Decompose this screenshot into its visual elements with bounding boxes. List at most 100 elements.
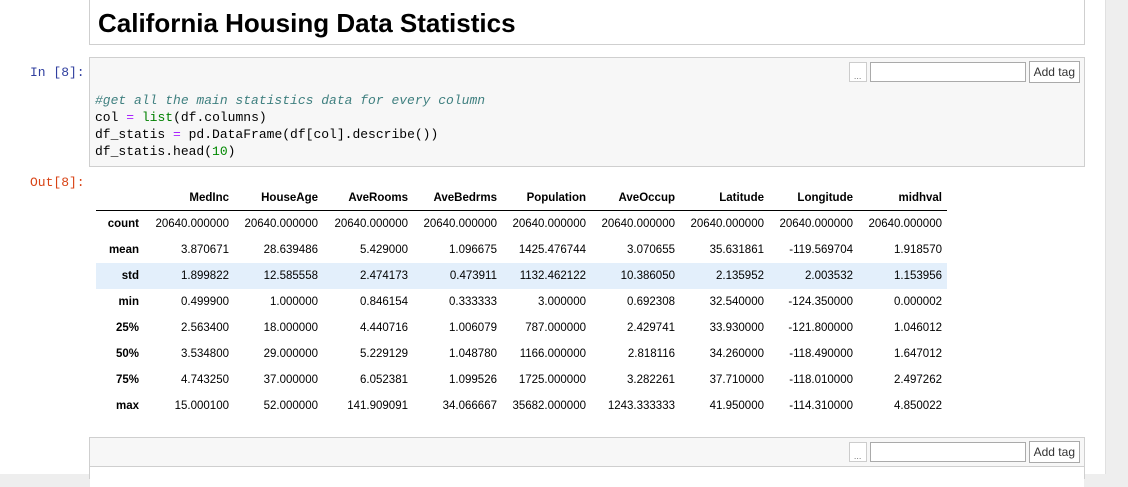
table-cell: 3.000000 [538,296,586,308]
tag-input[interactable] [869,62,1026,82]
table-cell: 34.066667 [442,400,497,412]
code-builtin: list [141,110,174,125]
table-cell: 1425.476744 [518,244,586,256]
table-cell: 2.003532 [805,270,853,282]
table-cell: 1166.000000 [519,348,586,360]
code-token: pd.DataFrame(df[col].describe()) [180,127,439,142]
table-header-row: MedInc HouseAge AveRooms AveBedrms Popul… [96,185,947,211]
table-cell: 37.710000 [709,374,764,386]
column-header: AveBedrms [413,185,502,211]
table-row: 50% 3.534800 29.000000 5.229129 1.048780… [96,341,947,367]
table-cell: 5.229129 [360,348,408,360]
table-cell: 2.474173 [360,270,408,282]
column-header: HouseAge [234,185,323,211]
code-operator: = [126,110,135,125]
row-label: std [121,270,139,282]
tag-menu-button[interactable]: ... [848,62,867,82]
table-row: min 0.499900 1.000000 0.846154 0.333333 … [96,289,947,315]
table-cell: 0.846154 [360,296,408,308]
table-cell: 35682.000000 [512,400,586,412]
table-cell: 20640.000000 [779,218,853,230]
code-token: df_statis.head( [95,144,213,159]
table-row: mean 3.870671 28.639486 5.429000 1.09667… [96,237,947,263]
celltoolbar: ... Add tag [848,441,1080,463]
table-cell: -118.010000 [789,374,853,386]
table-cell: 1.000000 [270,296,318,308]
code-token: df_statis [95,127,174,142]
table-cell: 1.647012 [894,348,942,360]
table-cell: 20640.000000 [423,218,497,230]
column-header: Longitude [769,185,858,211]
column-header: MedInc [144,185,234,211]
table-cell: 28.639486 [263,244,318,256]
code-cell[interactable]: ... Add tag #get all the main statistics… [89,57,1085,167]
row-label: 25% [115,322,139,334]
column-header: Latitude [680,185,769,211]
table-cell: 34.260000 [709,348,764,360]
table-cell: 1243.333333 [607,400,675,412]
table-cell: 10.386050 [620,270,675,282]
code-token: col [95,110,127,125]
table-cell: 5.429000 [360,244,408,256]
table-cell: 3.070655 [627,244,675,256]
add-tag-button[interactable]: Add tag [1028,441,1080,463]
table-cell: 20640.000000 [244,218,318,230]
markdown-cell[interactable]: California Housing Data Statistics [89,0,1085,45]
table-cell: 20640.000000 [690,218,764,230]
code-cell[interactable]: ... Add tag [89,437,1085,487]
table-cell: 1132.462122 [519,270,586,282]
dataframe-table: MedInc HouseAge AveRooms AveBedrms Popul… [96,185,947,419]
table-row: max 15.000100 52.000000 141.909091 34.06… [96,393,947,419]
table-cell: 0.692308 [627,296,675,308]
table-row: std 1.899822 12.585558 2.474173 0.473911… [96,263,947,289]
table-cell: 1.006079 [449,322,497,334]
tag-menu-button[interactable]: ... [848,442,867,462]
table-cell: 32.540000 [709,296,764,308]
add-tag-button[interactable]: Add tag [1028,61,1080,83]
code-operator: = [173,127,181,142]
table-cell: 15.000100 [174,400,229,412]
table-cell: 2.429741 [627,322,675,334]
table-cell: 4.440716 [360,322,408,334]
code-token: (df.columns) [173,110,267,125]
table-cell: 12.585558 [263,270,318,282]
table-cell: 20640.000000 [334,218,408,230]
table-row: 25% 2.563400 18.000000 4.440716 1.006079… [96,315,947,341]
page-gutter [1105,0,1128,474]
table-cell: 20640.000000 [868,218,942,230]
table-row: count 20640.000000 20640.000000 20640.00… [96,211,947,238]
table-cell: 41.950000 [709,400,764,412]
column-header: AveOccup [591,185,680,211]
table-cell: 2.497262 [894,374,942,386]
tag-input[interactable] [869,442,1026,462]
table-cell: 1.096675 [449,244,497,256]
celltoolbar: ... Add tag [848,61,1080,83]
row-label: min [118,296,139,308]
table-cell: 1.046012 [894,322,942,334]
row-label: 50% [115,348,139,360]
input-prompt: In [8]: [30,65,85,80]
page-title: California Housing Data Statistics [98,8,516,38]
notebook: California Housing Data Statistics In [8… [0,0,1105,487]
column-header: Population [502,185,591,211]
table-cell: 4.743250 [181,374,229,386]
code-editor[interactable] [90,466,1084,487]
table-cell: 4.850022 [894,400,942,412]
row-label: max [115,400,139,412]
table-cell: 37.000000 [263,374,318,386]
table-cell: 2.818116 [627,348,675,360]
table-cell: -121.800000 [788,322,853,334]
table-cell: -124.350000 [788,296,853,308]
table-cell: 0.473911 [449,270,497,282]
table-cell: -118.490000 [789,348,853,360]
column-header: AveRooms [323,185,413,211]
table-cell: 20640.000000 [601,218,675,230]
table-cell: 0.333333 [449,296,497,308]
code-comment: #get all the main statistics data for ev… [95,93,486,108]
table-cell: 1.099526 [449,374,497,386]
row-label: count [107,218,139,230]
table-cell: 3.282261 [627,374,675,386]
table-cell: 3.870671 [181,244,229,256]
code-editor[interactable]: #get all the main statistics data for ev… [95,92,485,160]
